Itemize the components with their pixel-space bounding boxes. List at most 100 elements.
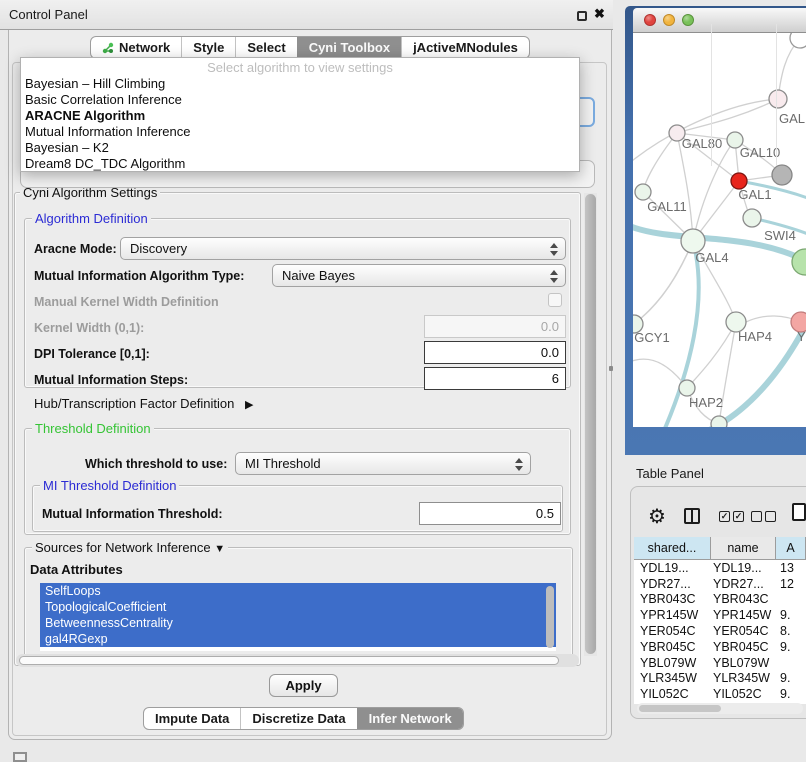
column-split-icon[interactable] bbox=[684, 508, 700, 524]
settings-horizontal-scrollbar[interactable] bbox=[16, 654, 579, 667]
panel-splitter-handle[interactable] bbox=[609, 366, 613, 371]
settings-vertical-scrollbar-thumb[interactable] bbox=[585, 194, 596, 654]
kernel-width-field[interactable]: 0.0 bbox=[424, 315, 566, 338]
settings-horizontal-scrollbar-thumb[interactable] bbox=[19, 656, 559, 665]
minimize-window-button[interactable] bbox=[663, 14, 675, 26]
tab-infer-network[interactable]: Infer Network bbox=[357, 708, 463, 729]
table-cell: YDL19... bbox=[634, 561, 711, 575]
table-row[interactable]: YER054CYER054C8. bbox=[634, 623, 806, 639]
dpi-tolerance-field[interactable]: 0.0 bbox=[424, 341, 566, 364]
table-cell: 9. bbox=[776, 640, 806, 654]
algorithm-item-bayesian-hill-climbing[interactable]: Bayesian – Hill Climbing bbox=[21, 76, 579, 92]
hide-columns-icon[interactable] bbox=[751, 511, 776, 522]
mi-threshold-field[interactable]: 0.5 bbox=[419, 502, 561, 525]
table-row[interactable]: YDR27...YDR27...12 bbox=[634, 576, 806, 592]
table-header-row: shared...nameA bbox=[634, 537, 806, 560]
algorithm-item-mutual-information-inference[interactable]: Mutual Information Inference bbox=[21, 124, 579, 140]
network-node-hap2[interactable] bbox=[679, 380, 695, 396]
data-attribute-item-betweennesscentrality[interactable]: BetweennessCentrality bbox=[40, 615, 556, 631]
data-attributes-list[interactable]: SelfLoopsTopologicalCoefficientBetweenne… bbox=[40, 583, 556, 651]
network-node-label: GAL11 bbox=[647, 199, 687, 214]
cyni-bottom-tabstrip: Impute DataDiscretize DataInfer Network bbox=[143, 707, 464, 730]
aracne-mode-value: Discovery bbox=[130, 241, 187, 256]
network-node-label: GAL10 bbox=[740, 145, 780, 160]
network-graph[interactable]: GALGAL80GAL10GAL1GAL11SWI4GAL4GCY1HAP4YH… bbox=[633, 33, 806, 427]
tab-jactivemnodules[interactable]: jActiveMNodules bbox=[401, 37, 529, 58]
mi-steps-field[interactable]: 6 bbox=[424, 367, 566, 390]
hub-transcription-section[interactable]: Hub/Transcription Factor Definition ▶ bbox=[34, 396, 253, 411]
table-row[interactable]: YPR145WYPR145W9. bbox=[634, 607, 806, 623]
mi-steps-label: Mutual Information Steps: bbox=[34, 373, 188, 387]
network-node-swi4[interactable] bbox=[743, 209, 761, 227]
table-row[interactable]: YBR045CYBR045C9. bbox=[634, 639, 806, 655]
collapse-arrow-icon[interactable]: ▶ bbox=[245, 399, 253, 411]
algorithm-dropdown-list: Select algorithm to view settings Bayesi… bbox=[20, 57, 580, 172]
close-panel-icon[interactable]: ✖ bbox=[594, 6, 605, 22]
network-canvas[interactable]: GALGAL80GAL10GAL1GAL11SWI4GAL4GCY1HAP4YH… bbox=[633, 33, 806, 427]
combo-updown-arrows-icon bbox=[514, 457, 523, 472]
show-columns-icon[interactable]: ✓ ✓ bbox=[719, 511, 744, 522]
algorithm-item-bayesian-k2[interactable]: Bayesian – K2 bbox=[21, 140, 579, 156]
network-view-window[interactable]: GALGAL80GAL10GAL1GAL11SWI4GAL4GCY1HAP4YH… bbox=[625, 6, 806, 455]
kernel-width-label: Kernel Width (0,1): bbox=[34, 321, 144, 335]
table-row[interactable]: YBL079WYBL079W bbox=[634, 655, 806, 671]
apply-button[interactable]: Apply bbox=[269, 674, 338, 697]
table-row[interactable]: YDL19...YDL19...13 bbox=[634, 560, 806, 576]
table-cell: YLR345W bbox=[634, 671, 711, 685]
aracne-mode-select[interactable]: Discovery bbox=[120, 237, 566, 260]
tab-discretize-data[interactable]: Discretize Data bbox=[240, 708, 356, 729]
network-edge[interactable] bbox=[633, 359, 687, 388]
algorithm-item-basic-correlation-inference[interactable]: Basic Correlation Inference bbox=[21, 92, 579, 108]
network-edge[interactable] bbox=[693, 140, 735, 241]
table-row[interactable]: YLR345WYLR345W9. bbox=[634, 671, 806, 687]
kernel-width-value: 0.0 bbox=[541, 319, 559, 334]
which-threshold-label: Which threshold to use: bbox=[85, 457, 227, 471]
network-node[interactable] bbox=[711, 416, 727, 427]
algorithm-item-aracne-algorithm[interactable]: ARACNE Algorithm bbox=[21, 108, 579, 124]
network-window-titlebar[interactable] bbox=[633, 8, 806, 33]
network-edge[interactable] bbox=[677, 99, 778, 133]
attributes-list-scrollbar[interactable] bbox=[546, 586, 554, 648]
expand-arrow-icon[interactable]: ▼ bbox=[214, 543, 225, 555]
table-cell: YBL079W bbox=[711, 656, 776, 670]
tab-impute-data[interactable]: Impute Data bbox=[144, 708, 240, 729]
data-attribute-item-selfloops[interactable]: SelfLoops bbox=[40, 583, 556, 599]
network-node-label: GCY1 bbox=[634, 330, 669, 345]
network-node-gal[interactable] bbox=[769, 90, 787, 108]
tab-cyni-toolbox[interactable]: Cyni Toolbox bbox=[297, 37, 401, 58]
minimized-panel-icon[interactable] bbox=[13, 752, 27, 762]
which-threshold-select[interactable]: MI Threshold bbox=[235, 452, 531, 475]
zoom-window-button[interactable] bbox=[682, 14, 694, 26]
table-row[interactable]: YIL052CYIL052C9. bbox=[634, 686, 806, 702]
algorithm-item-dream8-dc-tdc-algorithm[interactable]: Dream8 DC_TDC Algorithm bbox=[21, 156, 579, 172]
network-tab-icon bbox=[102, 42, 114, 54]
export-table-icon[interactable] bbox=[792, 503, 806, 521]
network-edge[interactable] bbox=[634, 241, 693, 324]
settings-vertical-scrollbar[interactable] bbox=[584, 193, 597, 656]
table-cell: YPR145W bbox=[634, 608, 711, 622]
mi-threshold-value: 0.5 bbox=[536, 506, 554, 521]
tab-style[interactable]: Style bbox=[181, 37, 235, 58]
column-header-shared[interactable]: shared... bbox=[634, 537, 711, 559]
column-header-a[interactable]: A bbox=[776, 537, 806, 559]
mi-threshold-label: Mutual Information Threshold: bbox=[42, 507, 223, 521]
tab-select[interactable]: Select bbox=[235, 37, 296, 58]
tab-network[interactable]: Network bbox=[91, 37, 181, 58]
network-node-label: SWI4 bbox=[764, 228, 796, 243]
table-horizontal-scrollbar-thumb[interactable] bbox=[639, 705, 721, 712]
sources-group-title: Sources for Network Inference ▼ bbox=[32, 541, 228, 556]
network-edge[interactable] bbox=[634, 241, 693, 324]
table-row[interactable]: YBR043CYBR043C bbox=[634, 592, 806, 608]
network-node[interactable] bbox=[772, 165, 792, 185]
network-node-gal11[interactable] bbox=[635, 184, 651, 200]
manual-kernel-width-checkbox[interactable] bbox=[548, 293, 562, 307]
mi-algorithm-type-select[interactable]: Naive Bayes bbox=[272, 264, 566, 287]
data-attribute-item-topologicalcoefficient[interactable]: TopologicalCoefficient bbox=[40, 599, 556, 615]
data-attribute-item-gal4rgexp[interactable]: gal4RGexp bbox=[40, 631, 556, 647]
float-panel-icon[interactable] bbox=[577, 11, 587, 21]
network-node[interactable] bbox=[790, 33, 806, 48]
table-settings-gear-icon[interactable]: ⚙ bbox=[648, 504, 666, 529]
close-window-button[interactable] bbox=[644, 14, 656, 26]
column-header-name[interactable]: name bbox=[711, 537, 776, 559]
table-horizontal-scrollbar[interactable] bbox=[637, 703, 803, 714]
